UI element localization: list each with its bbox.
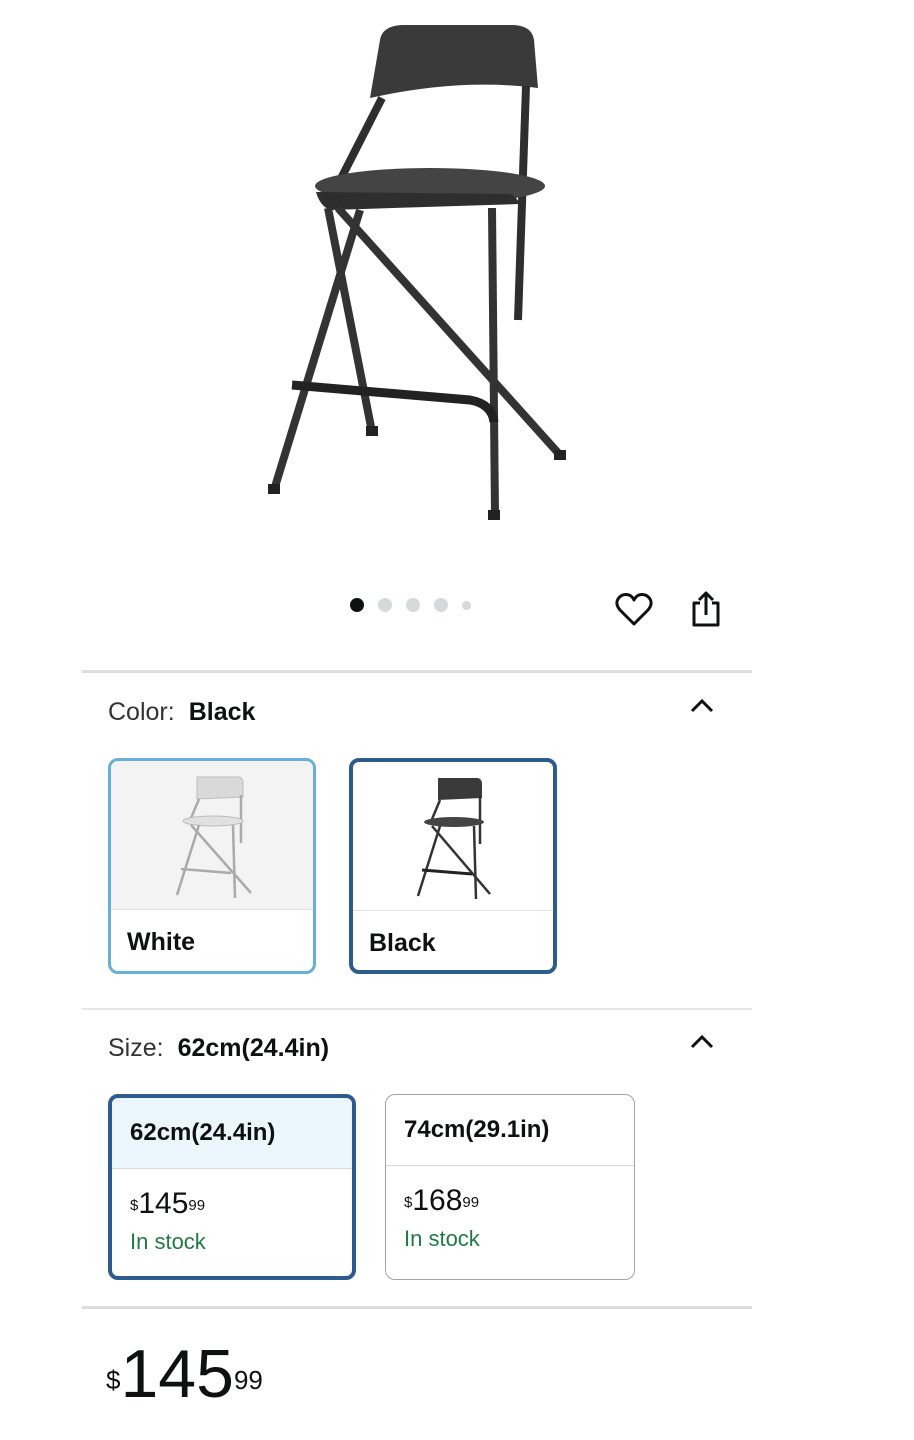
size-key: Size: bbox=[108, 1034, 164, 1062]
collapse-size-button[interactable] bbox=[684, 1024, 720, 1060]
size-option-label: 74cm(29.1in) bbox=[386, 1095, 634, 1166]
size-label: Size: 62cm(24.4in) bbox=[108, 1034, 329, 1063]
carousel-dot-2[interactable] bbox=[378, 598, 392, 612]
white-stool-thumbnail bbox=[111, 761, 313, 910]
color-option-white[interactable]: White bbox=[108, 758, 316, 974]
product-price: $14599 bbox=[106, 1338, 263, 1410]
size-option-price: $16899 bbox=[404, 1184, 480, 1217]
chevron-up-icon bbox=[690, 698, 714, 713]
divider bbox=[82, 1008, 752, 1010]
collapse-color-button[interactable] bbox=[684, 688, 720, 724]
stock-status: In stock bbox=[130, 1229, 206, 1254]
price-currency: $ bbox=[106, 1365, 121, 1395]
price-cents: 99 bbox=[233, 1365, 263, 1395]
size-selected-value: 62cm(24.4in) bbox=[177, 1034, 330, 1062]
size-option-label: 62cm(24.4in) bbox=[112, 1098, 352, 1169]
share-icon bbox=[692, 591, 720, 627]
size-option-price: $14599 bbox=[130, 1187, 206, 1220]
divider bbox=[82, 1306, 752, 1309]
favorite-button[interactable] bbox=[610, 585, 658, 633]
color-option-label: Black bbox=[369, 928, 436, 957]
carousel-dot-3[interactable] bbox=[406, 598, 420, 612]
image-carousel-dots[interactable] bbox=[350, 598, 471, 612]
size-option-74cm[interactable]: 74cm(29.1in) $16899 In stock bbox=[385, 1094, 635, 1280]
black-folding-bar-stool-image bbox=[268, 25, 566, 520]
product-image[interactable] bbox=[230, 0, 610, 560]
black-stool-thumbnail bbox=[353, 762, 553, 911]
carousel-dot-1[interactable] bbox=[350, 598, 364, 612]
color-option-black[interactable]: Black bbox=[349, 758, 557, 974]
carousel-dot-4[interactable] bbox=[434, 598, 448, 612]
size-option-62cm[interactable]: 62cm(24.4in) $14599 In stock bbox=[108, 1094, 356, 1280]
divider bbox=[82, 670, 752, 673]
share-button[interactable] bbox=[682, 585, 730, 633]
color-option-label: White bbox=[127, 927, 196, 956]
chevron-up-icon bbox=[690, 1034, 714, 1049]
carousel-dot-5[interactable] bbox=[462, 600, 471, 610]
color-selected-value: Black bbox=[188, 698, 256, 726]
stock-status: In stock bbox=[404, 1226, 480, 1251]
color-label: Color: Black bbox=[108, 698, 255, 727]
color-key: Color: bbox=[108, 698, 175, 726]
price-whole: 145 bbox=[120, 1336, 234, 1412]
heart-icon bbox=[615, 593, 653, 626]
